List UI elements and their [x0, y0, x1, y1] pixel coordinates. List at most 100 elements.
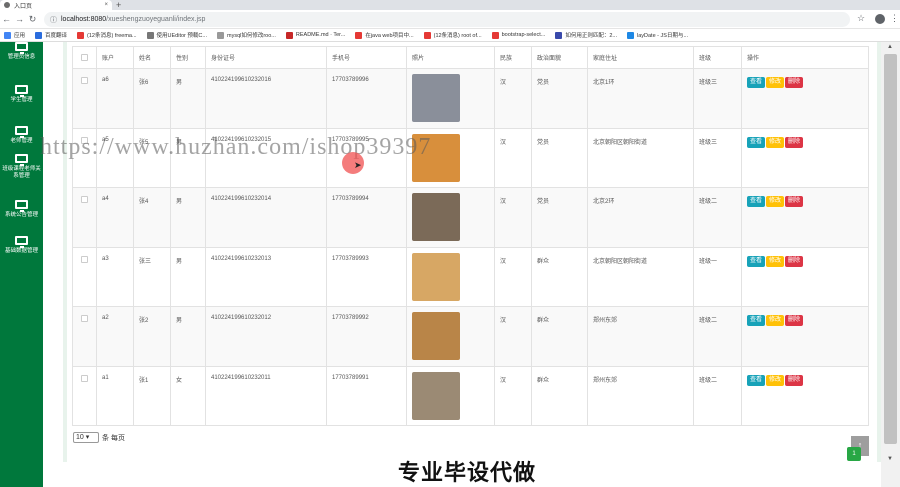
cell-name: 张4	[133, 187, 171, 248]
row-checkbox[interactable]	[81, 196, 88, 203]
student-table: 账户 姓名 性别 身份证号 手机号 照片 民族 政治面貌 家庭住址 班级 操作 a6 张6 男 41022…	[72, 46, 869, 426]
sidebar-item[interactable]: 管理员信息	[0, 42, 43, 61]
row-checkbox[interactable]	[81, 77, 88, 84]
monitor-icon	[15, 85, 28, 97]
cell-id-card: 410224199610232013	[205, 246, 327, 307]
student-photo	[412, 371, 460, 420]
bookmark-item[interactable]: 应用	[4, 31, 25, 39]
bookmark-item[interactable]: (12条消息) freema...	[77, 31, 137, 39]
cell-id-card: 410224199610232014	[205, 187, 327, 248]
bookmark-item[interactable]: (12条消息) root of...	[423, 31, 482, 39]
delete-button[interactable]: 删除	[785, 196, 804, 207]
bookmark-item[interactable]: 如何用正则匹配：2...	[555, 31, 617, 39]
table-row: a4 张4 男 410224199610232014 17703789994 汉党员 北京2…	[72, 187, 869, 248]
table-panel: 账户 姓名 性别 身份证号 手机号 照片 民族 政治面貌 家庭住址 班级 操作 a6 张6 男 41022…	[63, 42, 881, 462]
globe-icon	[4, 2, 10, 8]
forward-icon[interactable]: →	[13, 14, 26, 24]
url-field[interactable]: ⓘ localhost:8080/xueshengzuoyeguanli/ind…	[44, 12, 850, 27]
sidebar-item[interactable]: 基础数据管理	[0, 236, 43, 255]
browser-tab[interactable]: 入口页 ×	[0, 0, 112, 10]
student-photo	[412, 252, 460, 301]
delete-button[interactable]: 删除	[785, 255, 804, 267]
bookmark-item[interactable]: 在java web项目中...	[355, 31, 414, 39]
edit-button[interactable]: 修改	[766, 374, 785, 386]
cell-phone: 17703789991	[326, 365, 407, 426]
back-icon[interactable]: ←	[0, 14, 13, 24]
delete-button[interactable]: 删除	[785, 136, 804, 148]
view-button[interactable]: 查看	[747, 136, 766, 148]
sidebar-item[interactable]: 班级课程老师关系管理	[0, 154, 43, 180]
student-photo	[412, 312, 460, 360]
bookmark-star-icon[interactable]: ☆	[857, 13, 865, 24]
scrollbar-thumb[interactable]	[884, 54, 897, 444]
column-header: 民族	[494, 46, 532, 69]
cell-name: 张1	[133, 365, 171, 426]
scrollbar[interactable]: ▲ ▼	[881, 42, 900, 487]
cell-account: a2	[96, 306, 134, 367]
cell-class: 班级三	[693, 127, 742, 188]
sidebar-item[interactable]: 系统公告管理	[0, 200, 43, 219]
bookmark-label: 百度翻译	[45, 33, 68, 39]
tab-close-icon[interactable]: ×	[104, 2, 108, 8]
bookmark-label: 在java web项目中...	[365, 33, 414, 39]
column-header: 照片	[406, 46, 495, 69]
cell-address: 郑州东郊	[587, 365, 694, 426]
bookmark-item[interactable]: mysql如何修改roo...	[216, 31, 276, 39]
select-all-checkbox[interactable]	[81, 54, 88, 61]
bookmark-item[interactable]: bootstrap-select...	[491, 31, 545, 39]
bookmark-item[interactable]: README.md · Ter...	[285, 31, 345, 39]
table-header-row: 账户 姓名 性别 身份证号 手机号 照片 民族 政治面貌 家庭住址 班级 操作	[72, 46, 869, 69]
view-button[interactable]: 查看	[747, 374, 766, 386]
edit-button[interactable]: 修改	[766, 196, 785, 207]
cell-gender: 男	[170, 68, 206, 129]
cell-ethnicity: 汉	[494, 246, 532, 307]
cell-address: 北京1环	[587, 68, 694, 129]
cell-politics: 群众	[531, 246, 588, 307]
sidebar-item[interactable]: 老师管理	[0, 126, 43, 145]
bookmark-label: layDate - JS日期与...	[636, 33, 689, 39]
new-tab-button[interactable]: +	[116, 0, 121, 10]
row-checkbox[interactable]	[81, 315, 88, 322]
cell-id-card: 410224199610232012	[205, 306, 327, 367]
profile-avatar[interactable]	[875, 14, 885, 24]
pagination: 10 ▾ 条 每页	[73, 432, 125, 443]
delete-button[interactable]: 删除	[785, 374, 804, 386]
reload-icon[interactable]: ↻	[26, 14, 39, 25]
delete-button[interactable]: 删除	[785, 315, 804, 326]
browser-menu-icon[interactable]: ⋮	[890, 12, 899, 24]
bookmark-item[interactable]: 百度翻译	[35, 31, 67, 39]
edit-button[interactable]: 修改	[766, 77, 785, 88]
cell-gender: 女	[170, 365, 206, 426]
cell-address: 北京朝阳区朝阳街道	[587, 246, 694, 307]
delete-button[interactable]: 删除	[785, 77, 804, 88]
view-button[interactable]: 查看	[747, 255, 766, 267]
monitor-icon	[15, 126, 28, 138]
scroll-up-icon[interactable]: ▲	[887, 44, 893, 50]
cell-account: a6	[96, 68, 134, 129]
edit-button[interactable]: 修改	[766, 136, 785, 148]
cell-class: 班级二	[693, 365, 742, 426]
row-checkbox[interactable]	[81, 374, 88, 382]
bookmark-item[interactable]: 使用UEditor 预载C...	[146, 31, 207, 39]
cell-class: 班级一	[693, 246, 742, 307]
monitor-icon	[15, 42, 28, 54]
bookmark-item[interactable]: layDate - JS日期与...	[626, 31, 689, 39]
column-header: 家庭住址	[587, 46, 694, 69]
actions-cell: 查看 修改 删除	[741, 127, 869, 188]
bookmark-label: 使用UEditor 预载C...	[156, 33, 207, 39]
edit-button[interactable]: 修改	[766, 315, 785, 326]
row-checkbox[interactable]	[81, 255, 88, 263]
sidebar-item[interactable]: 学生管理	[0, 85, 43, 104]
table-row: a6 张6 男 410224199610232016 17703789996 汉党员 北京1…	[72, 68, 869, 129]
edit-button[interactable]: 修改	[766, 255, 785, 267]
cell-class: 班级二	[693, 187, 742, 248]
cell-gender: 男	[170, 246, 206, 307]
scroll-down-icon[interactable]: ▼	[887, 456, 893, 462]
sidebar-item-label: 班级课程老师关系管理	[2, 166, 41, 179]
cell-politics: 党员	[531, 187, 588, 248]
view-button[interactable]: 查看	[747, 196, 766, 207]
view-button[interactable]: 查看	[747, 77, 766, 88]
page-size-select[interactable]: 10 ▾	[73, 432, 99, 443]
table-row: a1 张1 女 410224199610232011 17703789991 汉群众 郑州东…	[72, 365, 869, 426]
view-button[interactable]: 查看	[747, 315, 766, 326]
